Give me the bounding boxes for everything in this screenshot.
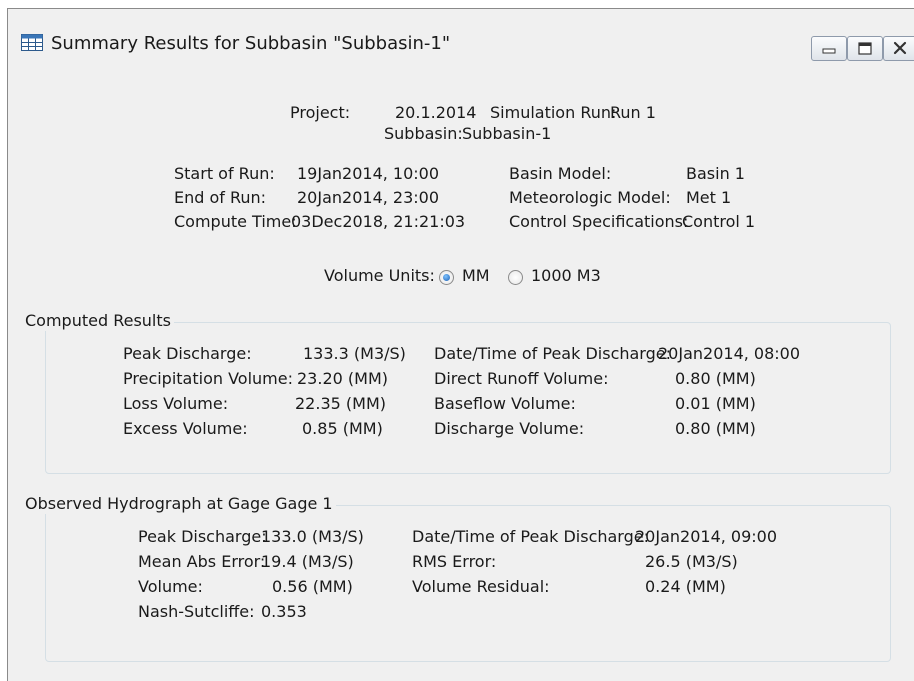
volume-units-1000m3-label[interactable]: 1000 M3 (531, 266, 601, 286)
precipitation-volume-value: 23.20 (MM) (297, 369, 388, 388)
minimize-icon (822, 48, 836, 54)
baseflow-volume-label: Baseflow Volume: (434, 394, 576, 413)
observed-volume-label: Volume: (138, 577, 203, 596)
end-of-run-value: 20Jan2014, 23:00 (297, 188, 440, 207)
project-label: Project: (290, 103, 351, 122)
excess-volume-label: Excess Volume: (123, 419, 248, 438)
close-icon (893, 41, 907, 55)
meteorologic-model-label: Meteorologic Model: (509, 188, 671, 207)
mean-abs-error-value: 19.4 (M3/S) (261, 552, 354, 571)
meteorologic-model-value: Met 1 (686, 188, 732, 207)
subbasin-value: Subbasin-1 (462, 124, 552, 143)
compute-time-value: 03Dec2018, 21:21:03 (291, 212, 466, 231)
volume-units-1000m3-radio[interactable] (508, 270, 523, 285)
peak-discharge-value: 133.3 (M3/S) (303, 344, 406, 363)
basin-model-label: Basin Model: (509, 164, 612, 183)
volume-residual-value: 0.24 (MM) (645, 577, 726, 596)
compute-time-label: Compute Time: (174, 212, 297, 231)
title-bar[interactable]: Summary Results for Subbasin "Subbasin-1… (8, 9, 914, 75)
direct-runoff-volume-value: 0.80 (MM) (675, 369, 756, 388)
nash-sutcliffe-value: 0.353 (261, 602, 307, 621)
window-content: Project: 20.1.2014 Simulation Run: Run 1… (8, 75, 914, 681)
baseflow-volume-value: 0.01 (MM) (675, 394, 756, 413)
direct-runoff-volume-label: Direct Runoff Volume: (434, 369, 609, 388)
volume-units-mm-label[interactable]: MM (462, 266, 490, 286)
table-icon (21, 34, 43, 51)
computed-results-title: Computed Results (22, 311, 174, 331)
peak-discharge-datetime-value: 20Jan2014, 08:00 (658, 344, 801, 363)
volume-residual-label: Volume Residual: (412, 577, 550, 596)
project-value: 20.1.2014 (395, 103, 477, 122)
observed-peak-discharge-label: Peak Discharge: (138, 527, 267, 546)
rms-error-value: 26.5 (M3/S) (645, 552, 738, 571)
basin-model-value: Basin 1 (686, 164, 745, 183)
start-of-run-value: 19Jan2014, 10:00 (297, 164, 440, 183)
discharge-volume-value: 0.80 (MM) (675, 419, 756, 438)
volume-units-mm-radio[interactable] (439, 270, 454, 285)
summary-results-window: Summary Results for Subbasin "Subbasin-1… (7, 8, 914, 681)
maximize-icon (858, 42, 872, 55)
minimize-button[interactable] (811, 36, 847, 61)
rms-error-label: RMS Error: (412, 552, 497, 571)
control-specifications-value: Control 1 (682, 212, 756, 231)
simulation-run-label: Simulation Run: (490, 103, 617, 122)
observed-volume-value: 0.56 (MM) (272, 577, 353, 596)
control-specifications-label: Control Specifications: (509, 212, 689, 231)
start-of-run-label: Start of Run: (174, 164, 275, 183)
discharge-volume-label: Discharge Volume: (434, 419, 585, 438)
close-button[interactable] (883, 36, 914, 61)
peak-discharge-label: Peak Discharge: (123, 344, 252, 363)
precipitation-volume-label: Precipitation Volume: (123, 369, 293, 388)
observed-peak-datetime-value: 20Jan2014, 09:00 (635, 527, 778, 546)
end-of-run-label: End of Run: (174, 188, 267, 207)
volume-units-label: Volume Units: (324, 266, 435, 285)
peak-discharge-datetime-label: Date/Time of Peak Discharge: (434, 344, 671, 363)
observed-hydrograph-title: Observed Hydrograph at Gage Gage 1 (22, 494, 336, 514)
window-title: Summary Results for Subbasin "Subbasin-1… (51, 33, 451, 54)
observed-peak-discharge-value: 133.0 (M3/S) (261, 527, 364, 546)
excess-volume-value: 0.85 (MM) (302, 419, 383, 438)
simulation-run-value: Run 1 (610, 103, 656, 122)
subbasin-label: Subbasin: (384, 124, 463, 143)
loss-volume-value: 22.35 (MM) (295, 394, 386, 413)
maximize-button[interactable] (847, 36, 883, 61)
loss-volume-label: Loss Volume: (123, 394, 229, 413)
observed-peak-datetime-label: Date/Time of Peak Discharge: (412, 527, 649, 546)
mean-abs-error-label: Mean Abs Error: (138, 552, 266, 571)
nash-sutcliffe-label: Nash-Sutcliffe: (138, 602, 255, 621)
